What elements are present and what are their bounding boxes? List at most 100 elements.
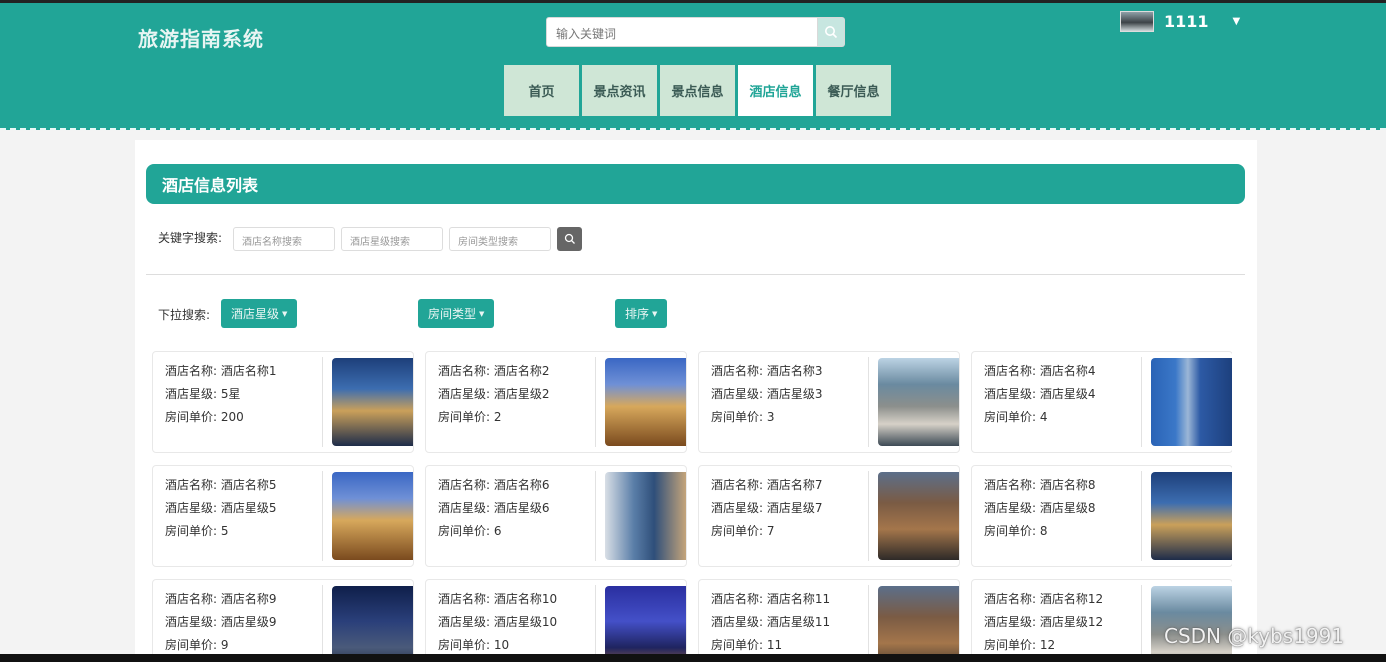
hotel-price: 房间单价: 3: [711, 410, 775, 424]
hotel-card[interactable]: 酒店名称: 酒店名称7 酒店星级: 酒店星级7 房间单价: 7: [698, 465, 960, 567]
hotel-star: 酒店星级: 酒店星级4: [984, 387, 1096, 401]
nav-hotel-info[interactable]: 酒店信息: [738, 65, 813, 116]
hotel-card[interactable]: 酒店名称: 酒店名称10 酒店星级: 酒店星级10 房间单价: 10: [425, 579, 687, 662]
card-divider: [1141, 585, 1142, 662]
hotel-star-search-input[interactable]: 酒店星级搜索: [341, 227, 443, 251]
main-content: 酒店信息列表 关键字搜索: 酒店名称搜索 酒店星级搜索 房间类型搜索 下拉搜索:…: [135, 140, 1257, 662]
hotel-card[interactable]: 酒店名称: 酒店名称9 酒店星级: 酒店星级9 房间单价: 9: [152, 579, 414, 662]
avatar: [1120, 11, 1154, 32]
card-divider: [868, 357, 869, 447]
hotel-image[interactable]: [878, 586, 959, 662]
nav-restaurant-info[interactable]: 餐厅信息: [816, 65, 891, 116]
hotel-star-dropdown[interactable]: 酒店星级 ▼: [221, 299, 298, 328]
hotel-name: 酒店名称: 酒店名称3: [711, 364, 823, 378]
hotel-name: 酒店名称: 酒店名称8: [984, 478, 1096, 492]
hotel-name-search-input[interactable]: 酒店名称搜索: [233, 227, 335, 251]
hotel-star: 酒店星级: 酒店星级11: [711, 615, 831, 629]
hotel-price: 房间单价: 200: [165, 410, 244, 424]
hotel-star: 酒店星级: 酒店星级6: [438, 501, 550, 515]
hotel-card[interactable]: 酒店名称: 酒店名称4 酒店星级: 酒店星级4 房间单价: 4: [971, 351, 1232, 453]
sort-dropdown[interactable]: 排序 ▼: [615, 299, 668, 328]
caret-down-icon: ▼: [652, 309, 658, 318]
search-button[interactable]: [818, 17, 845, 47]
hotel-price: 房间单价: 4: [984, 410, 1048, 424]
keyword-search-button[interactable]: [557, 227, 582, 251]
hotel-star: 酒店星级: 酒店星级8: [984, 501, 1096, 515]
card-divider: [868, 471, 869, 561]
hotel-price: 房间单价: 2: [438, 410, 502, 424]
hotel-star: 酒店星级: 酒店星级2: [438, 387, 550, 401]
hotel-name: 酒店名称: 酒店名称4: [984, 364, 1096, 378]
hotel-name: 酒店名称: 酒店名称9: [165, 592, 277, 606]
search-icon: [564, 233, 575, 244]
site-title[interactable]: 旅游指南系统: [138, 23, 264, 52]
hotel-name: 酒店名称: 酒店名称7: [711, 478, 823, 492]
hotel-card[interactable]: 酒店名称: 酒店名称2 酒店星级: 酒店星级2 房间单价: 2: [425, 351, 687, 453]
keyword-search-label: 关键字搜索:: [158, 231, 223, 245]
top-header: 旅游指南系统 输入关键词 1111 ▼ 首页 景点资讯 景点信息 酒店信息 餐厅…: [0, 0, 1386, 130]
user-menu[interactable]: 1111 ▼: [1120, 11, 1240, 32]
hotel-price: 房间单价: 8: [984, 524, 1048, 538]
card-divider: [595, 357, 596, 447]
divider: [146, 274, 1245, 275]
hotel-card[interactable]: 酒店名称: 酒店名称1 酒店星级: 5星 房间单价: 200: [152, 351, 414, 453]
hotel-price: 房间单价: 6: [438, 524, 502, 538]
caret-down-icon: ▼: [479, 309, 485, 318]
room-type-dropdown[interactable]: 房间类型 ▼: [418, 299, 495, 328]
hotel-card[interactable]: 酒店名称: 酒店名称8 酒店星级: 酒店星级8 房间单价: 8: [971, 465, 1232, 567]
hotel-image[interactable]: [332, 358, 413, 446]
hotel-image[interactable]: [605, 358, 686, 446]
card-divider: [595, 585, 596, 662]
hotel-price: 房间单价: 5: [165, 524, 229, 538]
card-divider: [868, 585, 869, 662]
hotel-star: 酒店星级: 5星: [165, 387, 241, 401]
hotel-card[interactable]: 酒店名称: 酒店名称5 酒店星级: 酒店星级5 房间单价: 5: [152, 465, 414, 567]
page-title: 酒店信息列表: [146, 164, 1245, 204]
dropdown-search-label: 下拉搜索:: [158, 308, 211, 322]
chevron-down-icon: ▼: [1232, 16, 1241, 27]
card-divider: [1141, 357, 1142, 447]
hotel-image[interactable]: [605, 472, 686, 560]
hotel-image[interactable]: [878, 472, 959, 560]
nav-home[interactable]: 首页: [504, 65, 579, 116]
hotel-star: 酒店星级: 酒店星级12: [984, 615, 1104, 629]
hotel-card[interactable]: 酒店名称: 酒店名称12 酒店星级: 酒店星级12 房间单价: 12: [971, 579, 1232, 662]
search-input[interactable]: 输入关键词: [546, 17, 818, 47]
nav-attraction-news[interactable]: 景点资讯: [582, 65, 657, 116]
hotel-card[interactable]: 酒店名称: 酒店名称11 酒店星级: 酒店星级11 房间单价: 11: [698, 579, 960, 662]
hotel-name: 酒店名称: 酒店名称6: [438, 478, 550, 492]
room-type-search-input[interactable]: 房间类型搜索: [449, 227, 551, 251]
taskbar-strip: [0, 654, 1386, 662]
hotel-card-grid: 酒店名称: 酒店名称1 酒店星级: 5星 房间单价: 200 酒店名称: 酒店名称2…: [152, 351, 1232, 662]
username: 1111: [1164, 12, 1209, 31]
hotel-name: 酒店名称: 酒店名称2: [438, 364, 550, 378]
hotel-image[interactable]: [605, 586, 686, 662]
hotel-star: 酒店星级: 酒店星级5: [165, 501, 277, 515]
nav-attraction-info[interactable]: 景点信息: [660, 65, 735, 116]
card-divider: [322, 471, 323, 561]
main-nav: 首页 景点资讯 景点信息 酒店信息 餐厅信息: [504, 65, 893, 116]
hotel-price: 房间单价: 7: [711, 524, 775, 538]
hotel-card[interactable]: 酒店名称: 酒店名称3 酒店星级: 酒店星级3 房间单价: 3: [698, 351, 960, 453]
hotel-image[interactable]: [1151, 358, 1232, 446]
hotel-name: 酒店名称: 酒店名称10: [438, 592, 558, 606]
hotel-star: 酒店星级: 酒店星级3: [711, 387, 823, 401]
hotel-image[interactable]: [332, 586, 413, 662]
hotel-star: 酒店星级: 酒店星级7: [711, 501, 823, 515]
card-divider: [322, 357, 323, 447]
watermark: CSDN @kybs1991: [1164, 624, 1345, 648]
hotel-name: 酒店名称: 酒店名称1: [165, 364, 277, 378]
hotel-card[interactable]: 酒店名称: 酒店名称6 酒店星级: 酒店星级6 房间单价: 6: [425, 465, 687, 567]
card-divider: [595, 471, 596, 561]
hotel-name: 酒店名称: 酒店名称12: [984, 592, 1104, 606]
hotel-image[interactable]: [1151, 472, 1232, 560]
hotel-image[interactable]: [878, 358, 959, 446]
sort-dropdown-label: 排序: [625, 307, 650, 321]
hotel-star-dropdown-label: 酒店星级: [231, 307, 280, 321]
room-type-dropdown-label: 房间类型: [428, 307, 477, 321]
card-divider: [1141, 471, 1142, 561]
hotel-name: 酒店名称: 酒店名称5: [165, 478, 277, 492]
search-icon: [825, 26, 838, 39]
hotel-image[interactable]: [332, 472, 413, 560]
hotel-star: 酒店星级: 酒店星级10: [438, 615, 558, 629]
